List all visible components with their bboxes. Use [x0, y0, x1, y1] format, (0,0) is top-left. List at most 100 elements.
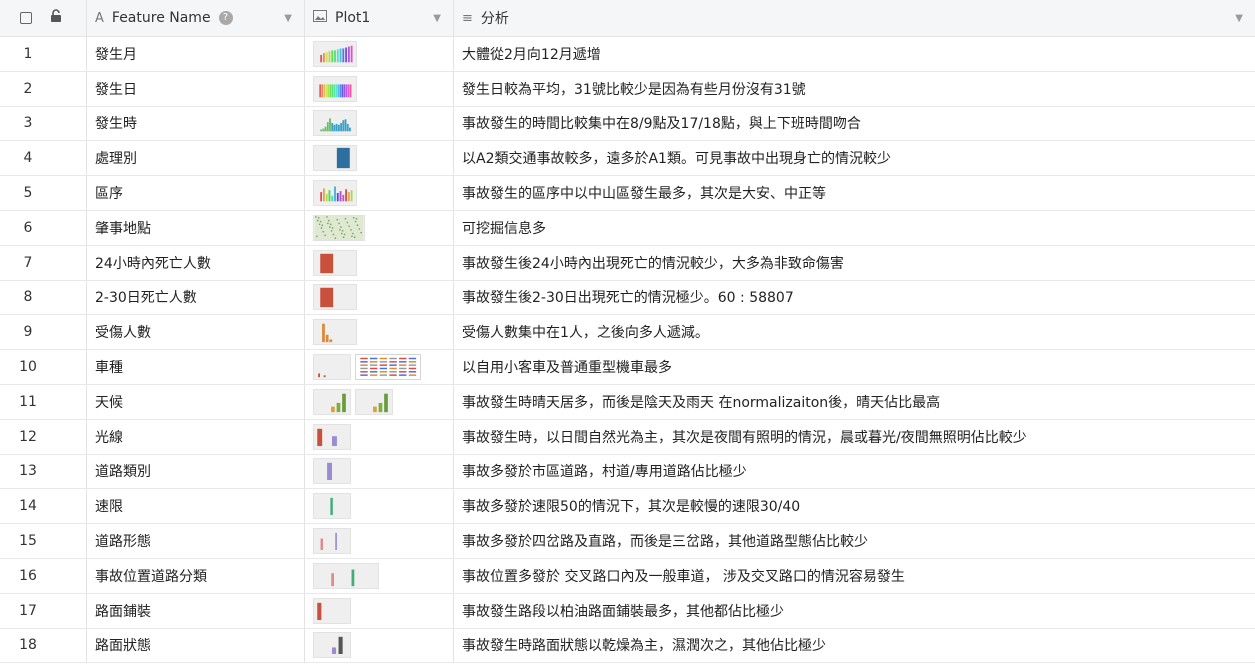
table-row[interactable]: 18 路面狀態 事故發生時路面狀態以乾燥為主，濕潤次之，其他佔比極少	[0, 628, 1255, 664]
plot-cell[interactable]	[305, 524, 454, 558]
chevron-down-icon[interactable]: ▼	[1235, 13, 1243, 24]
plot-cell[interactable]	[305, 419, 454, 454]
table-row[interactable]: 13 道路類別 事故多發於市區道路，村道/專用道路佔比極少	[0, 454, 1255, 490]
chevron-down-icon[interactable]: ▼	[284, 13, 292, 24]
plot-thumbnail[interactable]	[313, 562, 379, 589]
lock-icon[interactable]	[50, 9, 62, 27]
plot-cell[interactable]	[305, 245, 454, 280]
analysis-cell[interactable]: 事故發生時晴天居多，而後是陰天及雨天 在normalizaiton後，晴天佔比最…	[454, 385, 1255, 419]
analysis-cell[interactable]: 發生日較為平均，31號比較少是因為有些月份沒有31號	[454, 72, 1255, 106]
analysis-cell[interactable]: 受傷人數集中在1人，之後向多人遞減。	[454, 315, 1255, 349]
table-row[interactable]: 11 天候 事故發生時晴天居多，而後是陰天及雨天 在normalizaiton後…	[0, 384, 1255, 420]
analysis-cell[interactable]: 事故發生時，以日間自然光為主，其次是夜間有照明的情況，晨或暮光/夜間無照明佔比較…	[454, 420, 1255, 454]
chevron-down-icon[interactable]: ▼	[433, 13, 441, 24]
plot-thumbnail[interactable]	[313, 354, 351, 381]
analysis-cell[interactable]: 事故發生後2-30日出現死亡的情況極少。60 : 58807	[454, 281, 1255, 315]
plot-cell[interactable]	[305, 384, 454, 419]
table-row[interactable]: 1 發生月 大體從2月向12月遞增	[0, 37, 1255, 72]
table-row[interactable]: 10 車種 以自用小客車及普通重型機車最多	[0, 350, 1255, 385]
plot-thumbnail[interactable]	[355, 388, 393, 415]
analysis-cell[interactable]: 事故多發於市區道路，村道/專用道路佔比極少	[454, 455, 1255, 489]
plot-thumbnail[interactable]	[313, 75, 357, 102]
plot-cell[interactable]	[305, 454, 454, 489]
plot-thumbnail[interactable]	[313, 40, 357, 67]
plot-thumbnail[interactable]	[313, 145, 357, 172]
analysis-cell[interactable]: 事故發生時路面狀態以乾燥為主，濕潤次之，其他佔比極少	[454, 629, 1255, 663]
table-row[interactable]: 6 肇事地點 可挖掘信息多	[0, 210, 1255, 246]
table-row[interactable]: 7 24小時內死亡人數 事故發生後24小時內出現死亡的情況較少，大多為非致命傷害	[0, 245, 1255, 281]
plot-thumbnail[interactable]	[355, 354, 421, 381]
row-number-cell[interactable]: 1	[0, 37, 87, 71]
feature-name-cell[interactable]: 道路形態	[87, 524, 305, 558]
column-header-analysis[interactable]: ≡ 分析 ▼	[454, 0, 1255, 36]
feature-name-cell[interactable]: 發生日	[87, 71, 305, 106]
column-header-feature-name[interactable]: A Feature Name ? ▼	[87, 0, 305, 36]
row-number-cell[interactable]: 10	[0, 350, 87, 384]
feature-name-cell[interactable]: 道路類別	[87, 454, 305, 489]
analysis-cell[interactable]: 大體從2月向12月遞增	[454, 37, 1255, 71]
feature-name-cell[interactable]: 24小時內死亡人數	[87, 245, 305, 280]
plot-thumbnail[interactable]	[313, 388, 351, 415]
select-all-checkbox[interactable]	[20, 12, 32, 24]
table-row[interactable]: 2 發生日 發生日較為平均，31號比較少是因為有些月份沒有31號	[0, 71, 1255, 107]
plot-thumbnail[interactable]	[313, 319, 357, 346]
plot-cell[interactable]	[305, 489, 454, 524]
row-number-cell[interactable]: 6	[0, 210, 87, 245]
plot-cell[interactable]	[305, 106, 454, 141]
feature-name-cell[interactable]: 處理別	[87, 141, 305, 176]
analysis-cell[interactable]: 以自用小客車及普通重型機車最多	[454, 350, 1255, 384]
feature-name-cell[interactable]: 發生月	[87, 37, 305, 71]
plot-cell[interactable]	[305, 176, 454, 210]
analysis-cell[interactable]: 事故發生後24小時內出現死亡的情況較少，大多為非致命傷害	[454, 246, 1255, 280]
table-row[interactable]: 3 發生時 事故發生的時間比較集中在8/9點及17/18點，與上下班時間吻合	[0, 106, 1255, 142]
plot-thumbnail[interactable]	[313, 249, 357, 276]
table-row[interactable]: 9 受傷人數 受傷人數集中在1人，之後向多人遞減。	[0, 315, 1255, 351]
table-row[interactable]: 17 路面鋪裝 事故發生路段以柏油路面鋪裝最多，其他都佔比極少	[0, 593, 1255, 629]
table-row[interactable]: 15 道路形態 事故多發於四岔路及直路，而後是三岔路，其他道路型態佔比較少	[0, 524, 1255, 559]
analysis-cell[interactable]: 事故發生的區序中以中山區發生最多，其次是大安、中正等	[454, 176, 1255, 210]
row-number-cell[interactable]: 17	[0, 593, 87, 628]
feature-name-cell[interactable]: 2-30日死亡人數	[87, 280, 305, 315]
plot-thumbnail[interactable]	[313, 284, 357, 311]
table-row[interactable]: 8 2-30日死亡人數 事故發生後2-30日出現死亡的情況極少。60 : 588…	[0, 280, 1255, 316]
feature-name-cell[interactable]: 車種	[87, 350, 305, 384]
analysis-cell[interactable]: 可挖掘信息多	[454, 211, 1255, 245]
plot-cell[interactable]	[305, 280, 454, 315]
plot-cell[interactable]	[305, 37, 454, 71]
plot-thumbnail[interactable]	[313, 110, 357, 137]
feature-name-cell[interactable]: 受傷人數	[87, 315, 305, 350]
analysis-cell[interactable]: 事故多發於速限50的情況下，其次是較慢的速限30/40	[454, 489, 1255, 523]
row-number-cell[interactable]: 12	[0, 419, 87, 454]
table-row[interactable]: 4 處理別 以A2類交通事故較多，遠多於A1類。可見事故中出現身亡的情況較少	[0, 141, 1255, 177]
plot-thumbnail[interactable]	[313, 632, 351, 659]
row-number-cell[interactable]: 2	[0, 71, 87, 106]
row-number-cell[interactable]: 14	[0, 489, 87, 524]
plot-cell[interactable]	[305, 350, 454, 384]
feature-name-cell[interactable]: 發生時	[87, 106, 305, 141]
row-number-cell[interactable]: 7	[0, 245, 87, 280]
plot-thumbnail[interactable]	[313, 597, 351, 624]
row-number-cell[interactable]: 18	[0, 628, 87, 663]
table-row[interactable]: 5 區序 事故發生的區序中以中山區發生最多，其次是大安、中正等	[0, 176, 1255, 211]
plot-thumbnail[interactable]	[313, 458, 351, 485]
plot-cell[interactable]	[305, 141, 454, 176]
row-number-cell[interactable]: 8	[0, 280, 87, 315]
plot-cell[interactable]	[305, 315, 454, 350]
plot-thumbnail[interactable]	[313, 180, 357, 207]
plot-thumbnail[interactable]	[313, 528, 351, 555]
row-number-cell[interactable]: 15	[0, 524, 87, 558]
row-number-cell[interactable]: 5	[0, 176, 87, 210]
help-icon[interactable]: ?	[218, 11, 233, 25]
feature-name-cell[interactable]: 路面鋪裝	[87, 593, 305, 628]
plot-cell[interactable]	[305, 558, 454, 593]
plot-thumbnail[interactable]	[313, 423, 351, 450]
table-row[interactable]: 12 光線 事故發生時，以日間自然光為主，其次是夜間有照明的情況，晨或暮光/夜間…	[0, 419, 1255, 455]
analysis-cell[interactable]: 事故發生的時間比較集中在8/9點及17/18點，與上下班時間吻合	[454, 107, 1255, 141]
plot-cell[interactable]	[305, 71, 454, 106]
feature-name-cell[interactable]: 天候	[87, 384, 305, 419]
analysis-cell[interactable]: 事故發生路段以柏油路面鋪裝最多，其他都佔比極少	[454, 594, 1255, 628]
feature-name-cell[interactable]: 路面狀態	[87, 628, 305, 663]
row-number-cell[interactable]: 13	[0, 454, 87, 489]
analysis-cell[interactable]: 以A2類交通事故較多，遠多於A1類。可見事故中出現身亡的情況較少	[454, 141, 1255, 175]
plot-thumbnail[interactable]	[313, 214, 365, 241]
